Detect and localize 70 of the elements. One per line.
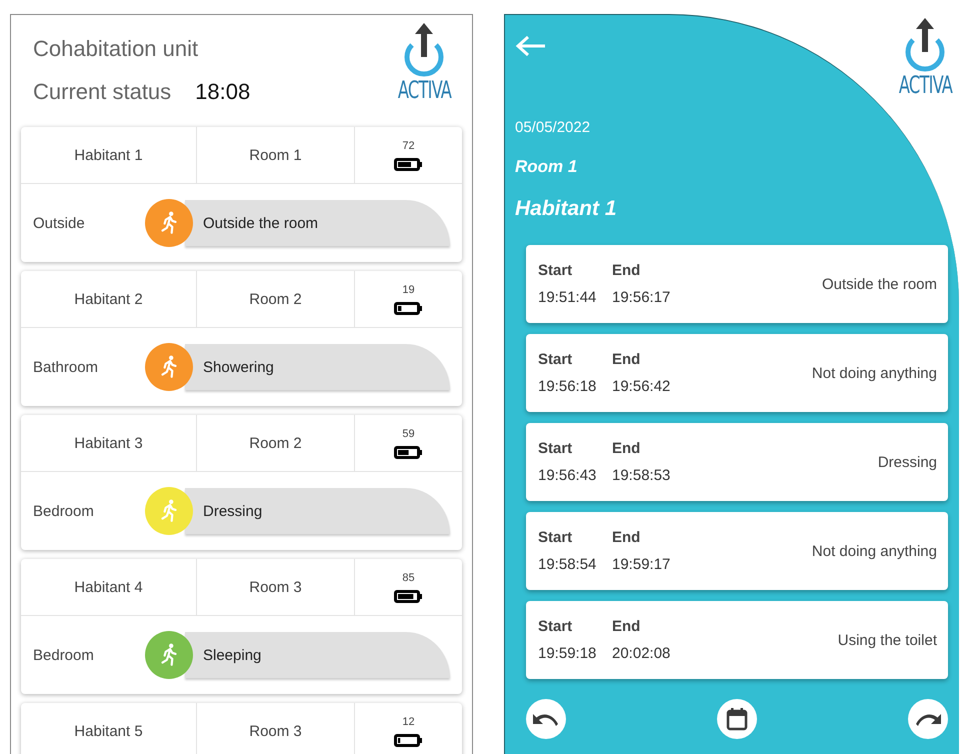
end-label: End [612, 529, 642, 546]
start-label: Start [538, 351, 574, 368]
location-label: Outside [33, 214, 86, 232]
habitant-card[interactable]: Habitant 5 Room 3 12 [21, 703, 462, 754]
unit-title: Cohabitation unit [33, 36, 200, 62]
status-time: 18:08 [195, 79, 250, 105]
end-time: 20:02:08 [612, 645, 670, 662]
end-time: 19:56:17 [612, 289, 670, 306]
room-name: Room 3 [197, 559, 355, 615]
habitant-card[interactable]: Habitant 1 Room 1 72 Outside Outside the room [21, 127, 462, 262]
start-time: 19:59:18 [538, 645, 598, 662]
start-time: 19:58:54 [538, 556, 598, 573]
logo-text: ACTIVA [898, 72, 952, 98]
end-label: End [612, 618, 642, 635]
calendar-icon [726, 707, 748, 731]
start-label: Start [538, 529, 574, 546]
calendar-button[interactable] [717, 699, 757, 739]
habitant-name: Habitant 4 [21, 559, 197, 615]
activity-name: Dressing [878, 454, 937, 470]
activity-label: Dressing [185, 488, 450, 534]
location-label: Bedroom [33, 646, 95, 664]
start-label: Start [538, 440, 574, 457]
start-time: 19:56:43 [538, 467, 598, 484]
habitant-name: Habitant 3 [21, 415, 197, 471]
activity-name: Outside the room [822, 276, 937, 292]
end-label: End [612, 351, 642, 368]
date-label: 05/05/2022 [515, 119, 592, 136]
habitant-name: Habitant 2 [21, 271, 197, 327]
start-time: 19:56:18 [538, 378, 598, 395]
room-title: Room 1 [515, 157, 578, 177]
activity-name: Not doing anything [812, 542, 937, 560]
start-label: Start [538, 618, 574, 635]
end-label: End [612, 262, 642, 279]
location-label: Bathroom [33, 358, 100, 376]
room-name: Room 3 [197, 703, 355, 754]
activity-name: Using the toilet [838, 632, 937, 648]
battery-icon [394, 734, 423, 746]
habitant-card[interactable]: Habitant 2 Room 2 19 Bathroom Showering [21, 271, 462, 406]
battery-icon [394, 590, 423, 602]
battery-percent: 59 [402, 428, 415, 440]
activity-label: Showering [185, 344, 450, 390]
end-time: 19:59:17 [612, 556, 670, 573]
habitant-card[interactable]: Habitant 4 Room 3 85 Bedroom Sleeping [21, 559, 462, 694]
room-name: Room 1 [197, 127, 355, 183]
room-name: Room 2 [197, 415, 355, 471]
habitant-name: Habitant 1 [21, 127, 197, 183]
location-label: Bedroom [33, 502, 95, 520]
end-label: End [612, 440, 642, 457]
activity-label: Sleeping [185, 632, 450, 678]
battery-percent: 12 [402, 716, 415, 728]
end-time: 19:58:53 [612, 467, 670, 484]
undo-button[interactable] [526, 699, 566, 739]
battery-icon [394, 158, 423, 170]
battery-percent: 19 [402, 284, 415, 296]
battery-icon [394, 446, 423, 458]
status-label: Current status [33, 79, 172, 105]
start-time: 19:51:44 [538, 289, 598, 306]
logo-text: ACTIVA [397, 77, 451, 103]
end-time: 19:56:42 [612, 378, 670, 395]
activity-label: Outside the room [185, 200, 450, 246]
redo-button[interactable] [908, 699, 948, 739]
battery-percent: 72 [402, 140, 415, 152]
room-name: Room 2 [197, 271, 355, 327]
habitant-title: Habitant 1 [515, 197, 618, 221]
activity-name: Not doing anything [812, 364, 937, 382]
battery-icon [394, 302, 423, 314]
battery-percent: 85 [402, 572, 415, 584]
habitant-name: Habitant 5 [21, 703, 197, 754]
habitant-card[interactable]: Habitant 3 Room 2 59 Bedroom Dressing [21, 415, 462, 550]
start-label: Start [538, 262, 574, 279]
